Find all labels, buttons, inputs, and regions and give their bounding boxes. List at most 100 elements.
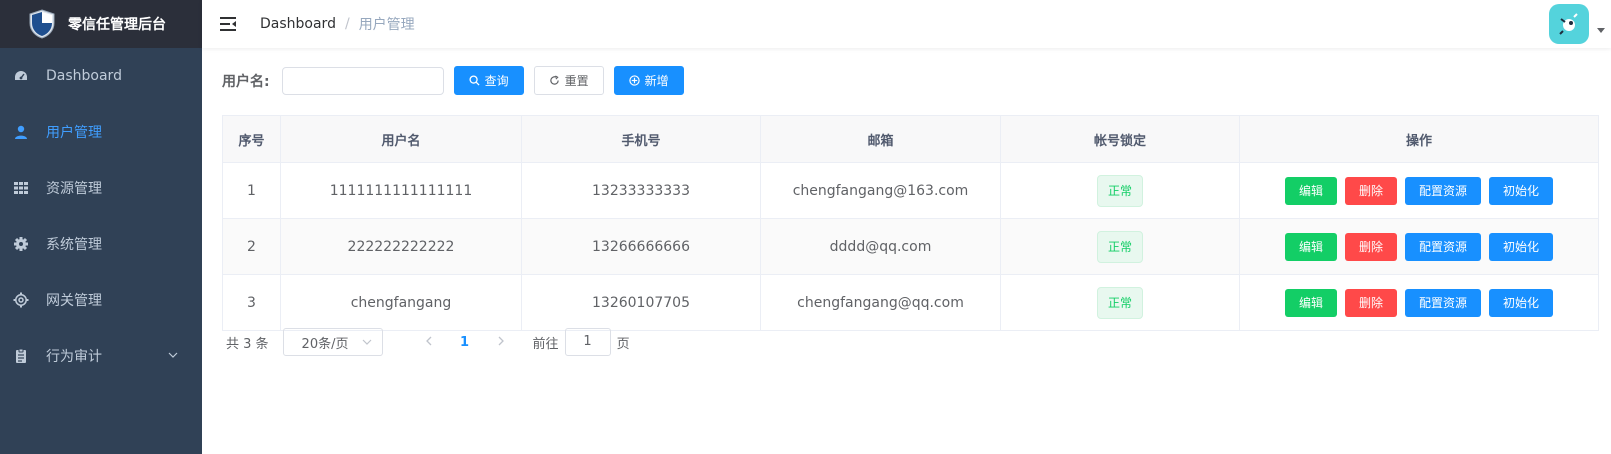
column-header-actions: 操作 [1239,115,1599,163]
sidebar-item-gateway[interactable]: 网关管理 [0,272,202,328]
cell-phone: 13233333333 [521,162,761,219]
sidebar-item-label: 用户管理 [46,125,102,141]
search-icon [469,75,480,86]
pagination: 共 3 条 20条/页 1 前往 1 页 [226,328,630,356]
filter-bar: 用户名: 查询 重置 新增 [222,66,694,95]
reset-button[interactable]: 重置 [533,66,604,95]
cell-index: 3 [222,274,281,331]
add-button[interactable]: 新增 [613,66,684,95]
avatar-rocket-icon [1559,13,1578,35]
next-page-button[interactable] [483,335,519,350]
cell-index: 2 [222,218,281,275]
cell-index: 1 [222,162,281,219]
table-row: 2 222222222222 13266666666 dddd@qq.com 正… [222,218,1599,275]
sidebar-item-label: 网关管理 [46,293,102,309]
prev-page-button[interactable] [411,335,447,350]
chevron-left-icon [425,336,432,345]
cell-lock-status: 正常 [1000,218,1240,275]
gear-icon [12,235,30,253]
page-number-current[interactable]: 1 [447,335,483,350]
column-header-email: 邮箱 [760,115,1001,163]
cell-actions: 编辑 删除 配置资源 初始化 [1239,162,1599,219]
cell-actions: 编辑 删除 配置资源 初始化 [1239,274,1599,331]
avatar-dropdown-caret-icon[interactable] [1597,28,1605,33]
cell-email: chengfangang@qq.com [760,274,1001,331]
dashboard-icon [12,67,30,85]
grid-icon [12,179,30,197]
app-title: 零信任管理后台 [68,17,166,33]
delete-button[interactable]: 删除 [1344,288,1397,317]
table-row: 1 1111111111111111 13233333333 chengfang… [222,162,1599,219]
goto-page: 前往 1 页 [533,328,630,356]
search-button-label: 查询 [484,74,509,88]
clipboard-icon [12,347,30,365]
status-badge: 正常 [1096,286,1143,319]
cell-phone: 13260107705 [521,274,761,331]
column-header-username: 用户名 [280,115,522,163]
column-header-phone: 手机号 [521,115,761,163]
cell-username: 222222222222 [280,218,522,275]
cell-email: chengfangang@163.com [760,162,1001,219]
cell-phone: 13266666666 [521,218,761,275]
gear-outline-icon [12,291,30,309]
breadcrumb-current: 用户管理 [358,17,415,33]
sidebar-item-system[interactable]: 系统管理 [0,216,202,272]
chevron-right-icon [498,336,504,345]
cell-email: dddd@qq.com [760,218,1001,275]
goto-suffix: 页 [616,336,630,352]
hamburger-menu-icon[interactable] [218,14,238,34]
table-row: 3 chengfangang 13260107705 chengfangang@… [222,274,1599,331]
sidebar-item-label: Dashboard [46,68,122,84]
breadcrumb-dashboard[interactable]: Dashboard [260,16,336,32]
status-badge: 正常 [1096,230,1143,263]
status-badge: 正常 [1096,174,1143,207]
goto-page-input[interactable]: 1 [564,328,611,356]
pagination-total: 共 3 条 [226,336,269,352]
sidebar-item-label: 资源管理 [46,181,102,197]
config-resource-button[interactable]: 配置资源 [1405,232,1482,261]
page-size-value: 20条/页 [301,336,349,352]
edit-button[interactable]: 编辑 [1284,176,1337,205]
user-table: 序号 用户名 手机号 邮箱 帐号锁定 操作 1 1111111111111111… [222,115,1599,331]
chevron-down-icon [362,339,371,345]
config-resource-button[interactable]: 配置资源 [1405,176,1482,205]
user-icon [12,123,30,141]
plus-circle-icon [628,75,640,86]
avatar[interactable] [1549,4,1589,44]
sidebar-item-dashboard[interactable]: Dashboard [0,48,202,104]
add-button-label: 新增 [644,74,669,88]
reset-button-label: 重置 [564,74,589,88]
main-content: 用户名: 查询 重置 新增 序号 用户名 手机号 邮箱 帐号锁定 操作 1 11… [202,48,1611,454]
sidebar-item-users[interactable]: 用户管理 [0,104,202,160]
config-resource-button[interactable]: 配置资源 [1405,288,1482,317]
delete-button[interactable]: 删除 [1344,176,1397,205]
init-button[interactable]: 初始化 [1489,176,1554,205]
edit-button[interactable]: 编辑 [1284,232,1337,261]
sidebar-item-label: 行为审计 [46,349,102,365]
init-button[interactable]: 初始化 [1489,232,1554,261]
cell-actions: 编辑 删除 配置资源 初始化 [1239,218,1599,275]
column-header-lock: 帐号锁定 [1000,115,1240,163]
breadcrumb-separator: / [344,16,350,32]
edit-button[interactable]: 编辑 [1284,288,1337,317]
cell-lock-status: 正常 [1000,162,1240,219]
init-button[interactable]: 初始化 [1489,288,1554,317]
cell-username: chengfangang [280,274,522,331]
search-button[interactable]: 查询 [453,66,524,95]
column-header-index: 序号 [222,115,281,163]
refresh-icon [549,75,559,85]
top-header: Dashboard / 用户管理 [202,0,1611,48]
page-size-select[interactable]: 20条/页 [282,328,383,356]
logo[interactable]: 零信任管理后台 [0,0,202,48]
cell-lock-status: 正常 [1000,274,1240,331]
table-header-row: 序号 用户名 手机号 邮箱 帐号锁定 操作 [222,115,1599,163]
username-input[interactable] [281,66,444,95]
sidebar: 零信任管理后台 Dashboard 用户管理 资源管理 系统管理 网关管理 行为… [0,0,202,454]
cell-username: 1111111111111111 [280,162,522,219]
shield-logo-icon [29,9,55,39]
goto-prefix: 前往 [532,336,559,352]
sidebar-item-audit[interactable]: 行为审计 [0,328,202,384]
sidebar-item-resources[interactable]: 资源管理 [0,160,202,216]
delete-button[interactable]: 删除 [1344,232,1397,261]
username-label: 用户名: [222,73,270,90]
